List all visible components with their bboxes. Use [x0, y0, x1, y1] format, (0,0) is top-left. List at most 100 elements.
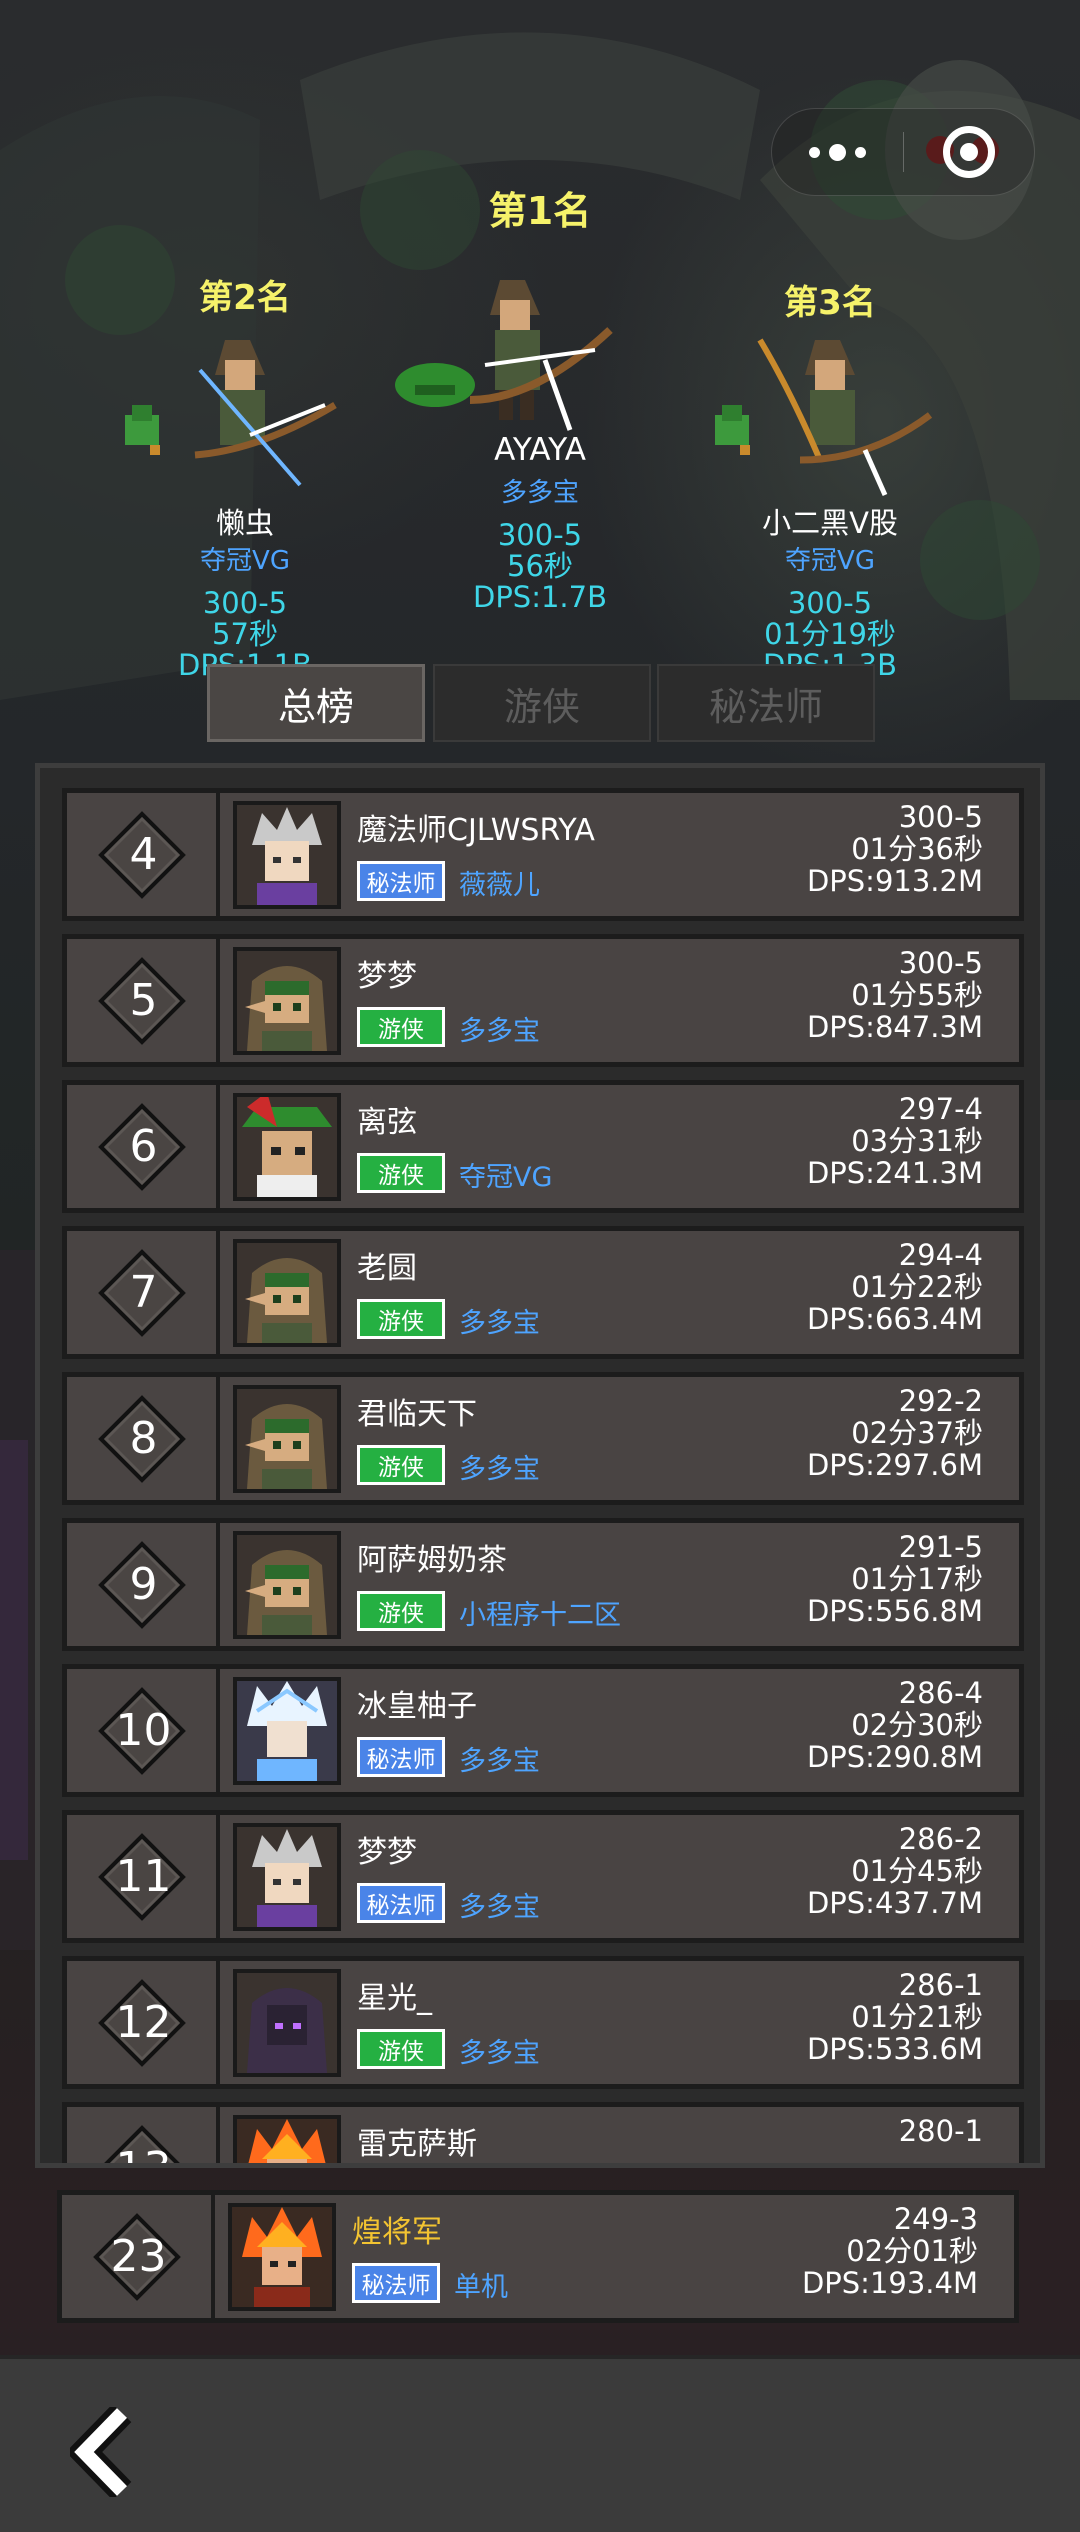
player-avatar: [233, 1677, 341, 1785]
rank-number: 6: [129, 1121, 158, 1172]
player-guild: 薇薇儿: [459, 870, 540, 901]
player-time: 01分45秒: [851, 1854, 983, 1888]
leaderboard-row[interactable]: 7 老圆 游侠 多多宝 294-4 01分22秒 DPS:663.4M: [62, 1226, 1024, 1359]
player-time: 02分30秒: [851, 1708, 983, 1742]
mini-program-close-icon: [942, 126, 995, 178]
ranger-hero-sprite-1: [395, 280, 613, 431]
player-avatar: [233, 1531, 341, 1639]
player-time: 01分22秒: [851, 1270, 983, 1304]
more-dots-icon: [808, 143, 866, 161]
player-time: 01分36秒: [851, 832, 983, 866]
player-guild: 多多宝: [459, 1746, 540, 1777]
leaderboard-row[interactable]: 10 冰皇柚子 秘法师 多多宝 286-4 02分30秒 DPS:290.8M: [62, 1664, 1024, 1797]
podium-level-3: 300-5: [787, 586, 873, 620]
player-time: 01分55秒: [851, 978, 983, 1012]
tab-ranger[interactable]: 游侠: [433, 664, 651, 742]
player-guild: 多多宝: [459, 1016, 540, 1047]
player-dps: DPS:241.3M: [806, 1156, 983, 1190]
rank-number: 10: [115, 1705, 172, 1756]
player-dps: DPS:847.3M: [806, 1010, 983, 1044]
podium-name-3: 小二黑V股: [762, 506, 898, 540]
leaderboard-list[interactable]: 4 魔法师CJLWSRYA 秘法师 薇薇儿 300-5 01分36秒 DPS:9…: [35, 763, 1045, 2168]
player-avatar: [233, 2115, 341, 2163]
podium-rank-1-label: 第1名: [488, 189, 592, 233]
rank-number: 13: [67, 2107, 220, 2163]
player-dps: DPS:297.6M: [806, 1448, 983, 1482]
leaderboard-row[interactable]: 12 星光_ 游侠 多多宝 286-1 01分21秒 DPS:533.6M: [62, 1956, 1024, 2089]
class-badge: 秘法师: [357, 1737, 445, 1777]
leaderboard-row[interactable]: 9 阿萨姆奶茶 游侠 小程序十二区 291-5 01分17秒 DPS:556.8…: [62, 1518, 1024, 1651]
player-avatar: [233, 1239, 341, 1347]
player-avatar: [228, 2203, 336, 2311]
rank-number: 8: [129, 1413, 158, 1464]
rank-number: 23: [110, 2231, 167, 2282]
tab-mage[interactable]: 秘法师: [657, 664, 875, 742]
player-guild: 单机: [454, 2272, 508, 2303]
player-name: 雷克萨斯: [357, 2127, 477, 2162]
podium-guild-1: 多多宝: [500, 478, 579, 508]
player-dps: DPS:533.6M: [806, 2032, 983, 2066]
mini-program-capsule: [771, 108, 1035, 196]
player-level: 300-5: [898, 946, 983, 980]
back-button[interactable]: [65, 2403, 150, 2501]
tab-overall[interactable]: 总榜: [207, 664, 425, 742]
player-dps: DPS:663.4M: [806, 1302, 983, 1336]
player-name: 魔法师CJLWSRYA: [357, 813, 595, 848]
player-avatar: [233, 801, 341, 909]
player-name: 阿萨姆奶茶: [357, 1543, 507, 1578]
podium-name-2: 懒虫: [215, 506, 274, 540]
leaderboard-row[interactable]: 13 雷克萨斯 280-1: [62, 2102, 1024, 2163]
leaderboard-row[interactable]: 4 魔法师CJLWSRYA 秘法师 薇薇儿 300-5 01分36秒 DPS:9…: [62, 788, 1024, 921]
leaderboard-row[interactable]: 8 君临天下 游侠 多多宝 292-2 02分37秒 DPS:297.6M: [62, 1372, 1024, 1505]
class-badge: 游侠: [357, 1445, 445, 1485]
player-level: 291-5: [898, 1530, 983, 1564]
player-name: 离弦: [357, 1105, 417, 1140]
leaderboard-row[interactable]: 6 离弦 游侠 夺冠VG 297-4 03分31秒 DPS:241.3M: [62, 1080, 1024, 1213]
podium-level-2: 300-5: [202, 586, 288, 620]
rank-number: 4: [129, 829, 158, 880]
leaderboard-row[interactable]: 11 梦梦 秘法师 多多宝 286-2 01分45秒 DPS:437.7M: [62, 1810, 1024, 1943]
player-level: 249-3: [893, 2202, 978, 2236]
class-badge: 秘法师: [357, 861, 445, 901]
player-name: 君临天下: [357, 1397, 477, 1432]
player-level: 286-2: [898, 1822, 983, 1856]
player-name: 老圆: [357, 1251, 417, 1286]
podium-time-1: 56秒: [507, 549, 573, 583]
player-level: 280-1: [898, 2114, 983, 2148]
bottom-bar: [0, 2355, 1080, 2532]
player-avatar: [233, 1385, 341, 1493]
player-time: 01分17秒: [851, 1562, 983, 1596]
class-badge: 游侠: [357, 1007, 445, 1047]
rank-number: 11: [115, 1851, 172, 1902]
podium-guild-2: 夺冠VG: [200, 546, 290, 576]
leaderboard-row[interactable]: 5 梦梦 游侠 多多宝 300-5 01分55秒 DPS:847.3M: [62, 934, 1024, 1067]
player-avatar: [233, 1823, 341, 1931]
player-guild: 夺冠VG: [459, 1162, 553, 1193]
player-avatar: [233, 947, 341, 1055]
podium-dps-1: DPS:1.7B: [472, 580, 607, 614]
player-name: 梦梦: [357, 959, 417, 994]
class-badge: 游侠: [357, 1591, 445, 1631]
player-time: 02分37秒: [851, 1416, 983, 1450]
player-time: 03分31秒: [851, 1124, 983, 1158]
podium-rank-3-label: 第3名: [784, 283, 876, 323]
podium-time-2: 57秒: [212, 617, 278, 651]
close-button[interactable]: [903, 108, 1034, 196]
player-guild: 多多宝: [459, 1454, 540, 1485]
player-name: 星光_: [357, 1981, 432, 2016]
back-arrow-icon: [65, 2403, 132, 2501]
player-level: 294-4: [898, 1238, 983, 1272]
podium-level-1: 300-5: [497, 518, 583, 552]
class-badge: 游侠: [357, 1299, 445, 1339]
player-guild: 多多宝: [459, 1892, 540, 1923]
player-level: 286-1: [898, 1968, 983, 2002]
my-rank-row[interactable]: 23 煌将军 秘法师 单机 249-3 02分01秒 DPS:193.4M: [57, 2190, 1019, 2323]
more-button[interactable]: [772, 108, 903, 196]
player-level: 286-4: [898, 1676, 983, 1710]
player-avatar: [233, 1093, 341, 1201]
player-guild: 小程序十二区: [459, 1600, 621, 1631]
class-badge: 游侠: [357, 1153, 445, 1193]
player-level: 292-2: [898, 1384, 983, 1418]
ranger-hero-sprite-2: [125, 340, 337, 487]
podium-name-1: AYAYA: [494, 432, 586, 468]
